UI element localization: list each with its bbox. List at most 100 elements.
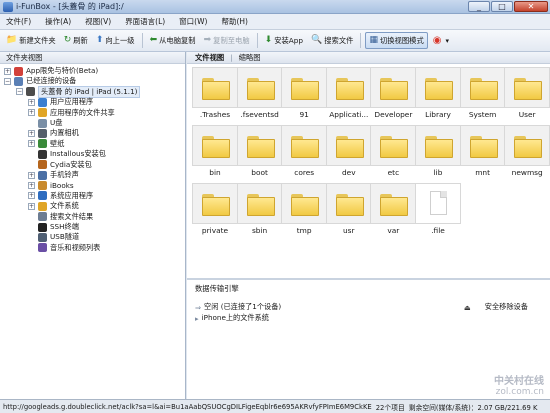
menu-action[interactable]: 操作(A) [45, 16, 71, 27]
tree-item[interactable]: + App限免与特价(Beta) [4, 66, 98, 76]
toolbar-button-5[interactable]: ⬇ 安装App [262, 32, 306, 49]
ssh-terminal-icon [38, 222, 47, 232]
tree-item-label: App限免与特价(Beta) [26, 66, 99, 75]
menu-window[interactable]: 窗口(W) [179, 16, 207, 27]
toolbar-label: 新建文件夹 [19, 35, 56, 45]
tree-item[interactable]: + 应用程序的文件共享 [28, 108, 115, 118]
toolbar: 📁 新建文件夹 ↻ 刷新 ⬆ 向上一级 ⬅ 从电脑复制 ➡ 复制至电脑 ⬇ 安装App 🔍 搜索文件 ▦ 切换… [0, 30, 550, 52]
wallpaper-icon [38, 139, 47, 149]
folder-icon [291, 194, 320, 216]
menu-language[interactable]: 界面语言(L) [125, 16, 165, 27]
toolbar-button-7[interactable]: ▦ 切换视图模式 [365, 32, 428, 49]
menu-help[interactable]: 帮助(H) [221, 16, 248, 27]
item-thumbnail [281, 67, 328, 108]
folder-icon [514, 136, 543, 158]
watermark-url: zol.com.cn [495, 387, 544, 397]
tree-item[interactable]: + iBooks [28, 180, 74, 190]
tree-item-label: 应用程序的文件共享 [50, 107, 115, 117]
tree-item[interactable]: + 内置相机 [28, 128, 79, 138]
weibo-icon[interactable]: ◉ ▾ [430, 32, 452, 49]
tree-item-label: USB隧道 [50, 232, 80, 242]
app-icon [3, 1, 13, 12]
item-thumbnail [236, 125, 283, 166]
item-name: .file [431, 226, 445, 235]
tree-item[interactable]: − 头蓋骨 的 iPad | iPad (5.1.1) [16, 85, 141, 98]
tree-expander-icon[interactable]: + [28, 129, 35, 137]
watermark: 中关村在线 zol.com.cn [494, 372, 544, 397]
tab-thumbnail[interactable]: 缩略图 [239, 53, 261, 63]
folder-icon [246, 136, 275, 158]
tree-expander-icon[interactable]: − [16, 88, 23, 96]
menu-view[interactable]: 视图(V) [85, 16, 111, 27]
item-thumbnail [325, 183, 372, 224]
toolbar-label: 刷新 [73, 35, 88, 45]
copy-to-pc-icon: ➡ [203, 35, 212, 45]
tree-expander-icon[interactable]: − [4, 77, 11, 85]
folder-view-header: 文件夹视图 [0, 52, 185, 64]
tree-expander-icon[interactable]: + [28, 98, 35, 106]
minimize-button[interactable]: _ [468, 1, 490, 12]
tree-item[interactable]: + 文件系统 [28, 201, 79, 211]
tree-item[interactable]: 搜索文件结果 [28, 212, 93, 222]
menu-file[interactable]: 文件(F) [6, 16, 31, 27]
usb-drive-icon [38, 118, 47, 128]
transfer-item-row[interactable]: ▸ iPhone上的文件系统 [195, 313, 269, 323]
item-thumbnail [192, 67, 238, 108]
toolbar-button-1[interactable]: ↻ 刷新 [61, 32, 91, 49]
tree-expander-icon[interactable]: + [4, 67, 11, 75]
toolbar-label: 安装App [274, 35, 304, 45]
item-thumbnail [325, 67, 372, 108]
toolbar-separator [141, 33, 143, 48]
tree-item[interactable]: U盘 [28, 118, 62, 128]
idle-icon: ⇒ [195, 302, 202, 312]
tree-expander-icon[interactable]: + [28, 171, 35, 179]
apple-icon [14, 66, 23, 76]
maximize-button[interactable]: □ [491, 1, 513, 12]
toolbar-button-2[interactable]: ⬆ 向上一级 [93, 32, 138, 49]
eject-device-button[interactable]: ⏏ 安全移除设备 [464, 302, 528, 312]
tree-item-label: 用户应用程序 [50, 97, 94, 107]
tree-item[interactable]: 音乐和视频列表 [28, 243, 100, 253]
file-grid: .Trashes .fseventsd 91 Applicati... Develope… [187, 64, 550, 278]
tree-item[interactable]: + 系统应用程序 [28, 191, 93, 201]
folder-icon [202, 78, 230, 100]
tree-expander-icon[interactable]: + [28, 192, 35, 200]
tree-item[interactable]: Cydia安装包 [28, 160, 92, 170]
toolbar-button-3[interactable]: ⬅ 从电脑复制 [147, 32, 199, 49]
tree-expander-icon[interactable]: + [28, 202, 35, 210]
toolbar-button-0[interactable]: 📁 新建文件夹 [3, 32, 59, 49]
folder-item[interactable]: User [504, 67, 550, 122]
tree-expander-icon[interactable]: + [28, 140, 35, 148]
tree-item[interactable]: SSH终端 [28, 222, 79, 232]
tree-item[interactable]: + 手机铃声 [28, 170, 79, 180]
tree-item[interactable]: USB隧道 [28, 232, 79, 242]
file-system-icon [38, 201, 47, 211]
search-icon: 🔍 [311, 35, 323, 45]
view-tabs: 文件视图 | 缩略图 [187, 52, 550, 64]
tree-item[interactable]: + 用户应用程序 [28, 97, 93, 107]
folder-icon [380, 194, 409, 216]
folder-item[interactable]: newmsg [504, 125, 550, 180]
toolbar-label: 搜索文件 [324, 35, 354, 45]
toolbar-label: 复制至电脑 [213, 35, 250, 45]
tree-item-label: U盘 [50, 118, 63, 127]
tree-expander-icon[interactable]: + [28, 109, 35, 117]
item-thumbnail [504, 67, 550, 108]
toolbar-button-6[interactable]: 🔍 搜索文件 [308, 32, 356, 49]
toolbar-button-4[interactable]: ➡ 复制至电脑 [201, 32, 253, 49]
tree-item[interactable]: Installous安装包 [28, 149, 106, 159]
tree-item[interactable]: + 壁纸 [28, 139, 64, 149]
item-thumbnail [459, 125, 506, 166]
folder-icon [380, 136, 409, 158]
close-button[interactable]: ✕ [514, 1, 548, 12]
tree-expander-icon[interactable]: + [28, 181, 35, 189]
file-item[interactable]: .file [415, 183, 461, 238]
tab-file-view[interactable]: 文件视图 [195, 53, 224, 63]
tree-item-label: Cydia安装包 [50, 159, 92, 169]
item-thumbnail [192, 125, 238, 166]
arrow-up-icon: ⬆ [95, 35, 104, 45]
view-toggle-icon: ▦ [369, 35, 378, 45]
item-thumbnail [370, 183, 417, 224]
